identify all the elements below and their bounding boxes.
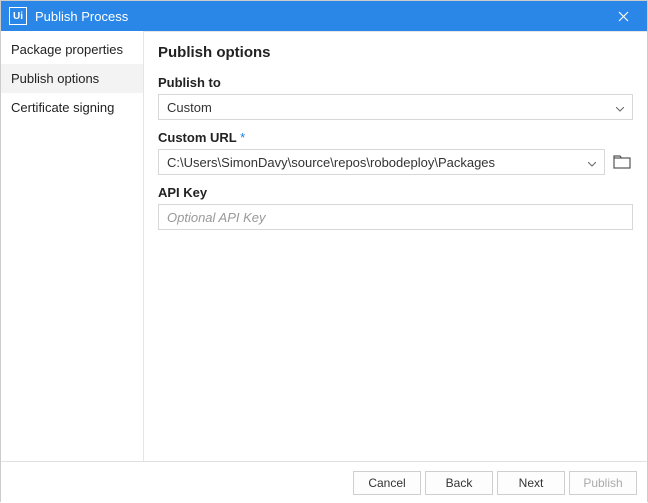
sidebar-item-publish-options[interactable]: Publish options <box>1 64 143 93</box>
publish-to-value: Custom <box>167 100 212 115</box>
chevron-down-icon <box>616 100 624 115</box>
sidebar-item-label: Certificate signing <box>11 100 114 115</box>
back-button[interactable]: Back <box>425 471 493 495</box>
publish-to-label: Publish to <box>158 75 633 90</box>
sidebar: Package properties Publish options Certi… <box>1 31 144 461</box>
browse-button[interactable] <box>611 152 633 172</box>
page-heading: Publish options <box>158 44 633 61</box>
cancel-button[interactable]: Cancel <box>353 471 421 495</box>
main-panel: Publish options Publish to Custom Custom… <box>144 31 647 461</box>
sidebar-item-package-properties[interactable]: Package properties <box>1 35 143 64</box>
next-button[interactable]: Next <box>497 471 565 495</box>
publish-button[interactable]: Publish <box>569 471 637 495</box>
sidebar-item-certificate-signing[interactable]: Certificate signing <box>1 93 143 122</box>
close-icon <box>618 11 629 22</box>
folder-icon <box>613 155 631 169</box>
publish-to-select[interactable]: Custom <box>158 94 633 120</box>
body-area: Package properties Publish options Certi… <box>1 31 647 461</box>
window-title: Publish Process <box>35 9 607 24</box>
custom-url-label-text: Custom URL <box>158 130 236 145</box>
required-mark: * <box>240 130 245 145</box>
custom-url-label: Custom URL * <box>158 130 633 145</box>
api-key-label: API Key <box>158 185 633 200</box>
footer: Cancel Back Next Publish <box>1 461 647 503</box>
chevron-down-icon <box>588 155 596 170</box>
logo-text: Ui <box>13 11 23 22</box>
api-key-input[interactable] <box>158 204 633 230</box>
custom-url-value: C:\Users\SimonDavy\source\repos\robodepl… <box>167 155 495 170</box>
sidebar-item-label: Package properties <box>11 42 123 57</box>
close-button[interactable] <box>607 1 639 31</box>
sidebar-item-label: Publish options <box>11 71 99 86</box>
app-logo: Ui <box>9 7 27 25</box>
titlebar: Ui Publish Process <box>1 1 647 31</box>
custom-url-field[interactable]: C:\Users\SimonDavy\source\repos\robodepl… <box>158 149 605 175</box>
